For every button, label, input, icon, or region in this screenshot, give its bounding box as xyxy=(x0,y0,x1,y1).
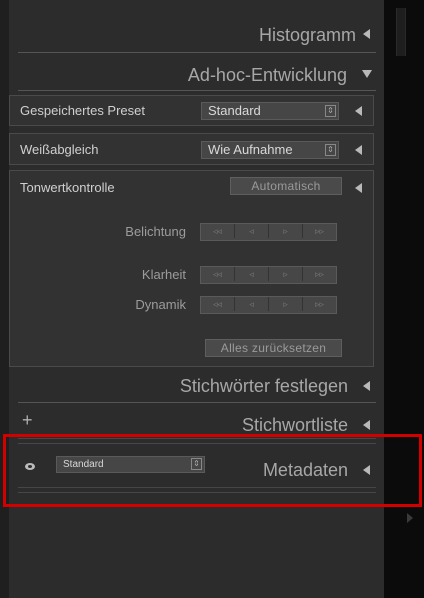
divider xyxy=(18,90,376,91)
triangle-left-icon xyxy=(363,381,370,391)
white-balance-value: Wie Aufnahme xyxy=(208,142,293,157)
step-down-button[interactable]: ◃ xyxy=(235,297,269,311)
histogramm-title: Histogramm xyxy=(258,25,356,45)
white-balance-label: Weißabgleich xyxy=(20,142,99,157)
triangle-left-icon[interactable] xyxy=(355,183,362,193)
step-down-large-button[interactable]: ◃◃ xyxy=(201,267,235,281)
step-down-button[interactable]: ◃ xyxy=(235,267,269,281)
saved-preset-label: Gespeichertes Preset xyxy=(20,103,146,118)
step-up-button[interactable]: ▹ xyxy=(269,224,303,238)
vibrance-label: Dynamik xyxy=(135,297,186,312)
exposure-stepper[interactable]: ◃◃ ◃ ▹ ▹▹ xyxy=(200,223,337,241)
select-spinner-icon: ⇕ xyxy=(325,105,336,117)
divider xyxy=(18,52,376,53)
reset-all-button[interactable]: Alles zurücksetzen xyxy=(205,339,342,357)
keyword-list-title: Stichwortliste xyxy=(241,415,348,435)
triangle-left-icon xyxy=(363,420,370,430)
triangle-down-icon xyxy=(362,70,372,78)
triangle-left-icon[interactable] xyxy=(355,145,362,155)
exposure-label: Belichtung xyxy=(125,224,186,239)
vibrance-stepper[interactable]: ◃◃ ◃ ▹ ▹▹ xyxy=(200,296,337,314)
triangle-left-icon xyxy=(363,29,370,39)
keywording-title: Stichwörter festlegen xyxy=(179,376,348,396)
clarity-label: Klarheit xyxy=(141,267,186,282)
clarity-stepper[interactable]: ◃◃ ◃ ▹ ▹▹ xyxy=(200,266,337,284)
step-up-button[interactable]: ▹ xyxy=(269,297,303,311)
panel-scrollbar-track[interactable] xyxy=(384,0,424,598)
highlight-box xyxy=(3,434,422,507)
white-balance-row: Weißabgleich Wie Aufnahme ⇕ xyxy=(9,133,374,165)
saved-preset-row: Gespeichertes Preset Standard ⇕ xyxy=(9,95,374,126)
step-up-large-button[interactable]: ▹▹ xyxy=(303,297,336,311)
tone-control-label: Tonwertkontrolle xyxy=(20,180,115,195)
step-up-large-button[interactable]: ▹▹ xyxy=(303,267,336,281)
scrollbar-thumb[interactable] xyxy=(396,8,406,56)
adhoc-title: Ad-hoc-Entwicklung xyxy=(187,65,347,85)
select-spinner-icon: ⇕ xyxy=(325,144,336,156)
saved-preset-value: Standard xyxy=(208,103,261,118)
divider xyxy=(18,402,376,403)
add-keyword-icon[interactable]: + xyxy=(22,410,33,431)
step-up-button[interactable]: ▹ xyxy=(269,267,303,281)
tone-control-block: Tonwertkontrolle Automatisch Belichtung … xyxy=(9,170,374,367)
white-balance-select[interactable]: Wie Aufnahme ⇕ xyxy=(201,141,339,159)
step-down-button[interactable]: ◃ xyxy=(235,224,269,238)
hide-panel-arrow-icon[interactable] xyxy=(407,513,413,523)
step-up-large-button[interactable]: ▹▹ xyxy=(303,224,336,238)
auto-tone-button[interactable]: Automatisch xyxy=(230,177,342,195)
saved-preset-select[interactable]: Standard ⇕ xyxy=(201,102,339,120)
step-down-large-button[interactable]: ◃◃ xyxy=(201,297,235,311)
step-down-large-button[interactable]: ◃◃ xyxy=(201,224,235,238)
triangle-left-icon[interactable] xyxy=(355,106,362,116)
